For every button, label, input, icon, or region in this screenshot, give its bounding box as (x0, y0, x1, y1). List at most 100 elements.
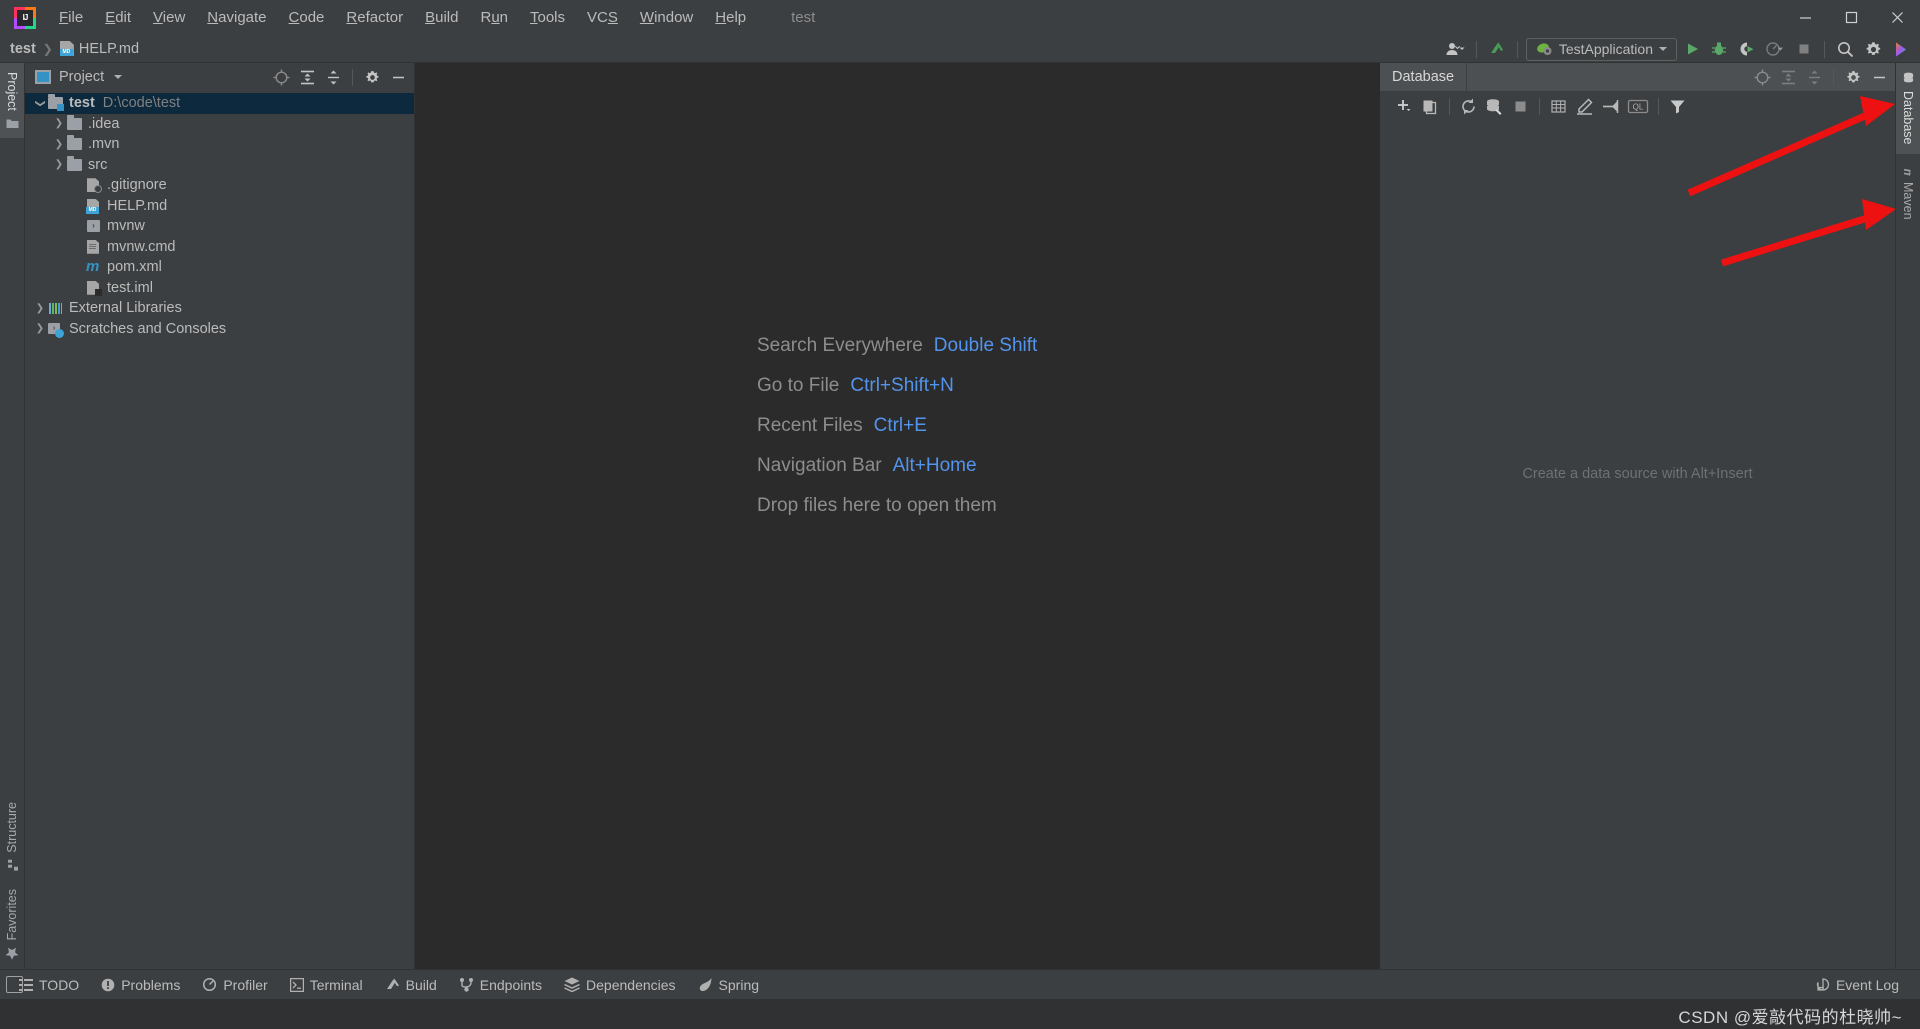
status-item-endpoints[interactable]: Endpoints (448, 973, 553, 997)
tree-row-label: Scratches and Consoles (69, 320, 227, 337)
chevron-down-icon[interactable]: ❯ (35, 96, 46, 110)
status-label: Dependencies (586, 976, 676, 993)
tab-database[interactable]: Database (1380, 63, 1468, 91)
menu-item-edit[interactable]: Edit (94, 5, 142, 30)
minimize-button[interactable] (1782, 0, 1828, 35)
add-icon[interactable] (1392, 94, 1417, 118)
run-configuration-selector[interactable]: TestApplication (1525, 37, 1677, 61)
menu-item-refactor[interactable]: Refactor (335, 5, 414, 30)
account-icon[interactable] (1442, 37, 1468, 61)
collapse-all-icon[interactable] (321, 65, 345, 89)
db-tools-icon[interactable] (1482, 94, 1507, 118)
menu-item-help[interactable]: Help (704, 5, 757, 30)
status-bar-right: Event Log (1805, 973, 1910, 997)
tree-row[interactable]: ·› mvnw (25, 216, 414, 237)
locate-icon[interactable] (269, 65, 293, 89)
maximize-button[interactable] (1828, 0, 1874, 35)
status-item-build[interactable]: Build (374, 973, 448, 997)
edit-icon[interactable] (1572, 94, 1597, 118)
ql-console-icon[interactable]: QL (1624, 94, 1652, 118)
menu-item-build[interactable]: Build (414, 5, 469, 30)
status-item-dependencies[interactable]: Dependencies (553, 973, 687, 997)
sidebar-item-project[interactable]: Project (0, 63, 24, 138)
hide-panel-icon[interactable] (386, 65, 410, 89)
database-panel-tools (1750, 63, 1895, 91)
menu-item-window[interactable]: Window (629, 5, 704, 30)
gear-icon[interactable] (1861, 37, 1886, 61)
stop-icon[interactable] (1508, 94, 1533, 118)
status-item-spring[interactable]: Spring (687, 973, 770, 997)
status-item-profiler[interactable]: Profiler (191, 973, 278, 997)
chevron-down-icon (1659, 47, 1667, 51)
duplicate-icon[interactable] (1418, 94, 1443, 118)
close-button[interactable] (1874, 0, 1920, 35)
stop-button[interactable] (1792, 37, 1816, 61)
menu-item-vcs[interactable]: VCS (576, 5, 629, 30)
endpoints-icon (459, 978, 473, 992)
sidebar-item-maven[interactable]: m Maven (1896, 154, 1920, 229)
layout-toggle-icon[interactable] (6, 976, 23, 993)
menu-item-code[interactable]: Code (278, 5, 336, 30)
tree-row[interactable]: ·MD HELP.md (25, 196, 414, 217)
chevron-right-icon[interactable]: ❯ (52, 159, 66, 170)
expand-all-icon[interactable] (295, 65, 319, 89)
tree-row[interactable]: ❯ External Libraries (25, 298, 414, 319)
menu-item-navigate[interactable]: Navigate (196, 5, 277, 30)
menu-item-view[interactable]: View (142, 5, 196, 30)
sidebar-item-structure[interactable]: Structure (0, 793, 24, 880)
chevron-right-icon[interactable]: ❯ (33, 323, 47, 334)
main-body: Project Structure Favorites Project ❯ te… (0, 63, 1920, 969)
status-item-event-log[interactable]: Event Log (1805, 973, 1910, 997)
expand-all-icon[interactable] (1776, 65, 1800, 89)
chevron-right-icon[interactable]: ❯ (33, 303, 47, 314)
hide-panel-icon[interactable] (1867, 65, 1891, 89)
updates-icon[interactable] (1485, 37, 1509, 61)
tree-row[interactable]: ❯ › Scratches and Consoles (25, 319, 414, 340)
run-button[interactable] (1680, 37, 1704, 61)
locate-icon[interactable] (1750, 65, 1774, 89)
status-item-terminal[interactable]: Terminal (279, 973, 374, 997)
sidebar-item-database[interactable]: Database (1896, 63, 1920, 154)
tree-row[interactable]: · test.iml (25, 278, 414, 299)
chevron-right-icon[interactable]: ❯ (52, 118, 66, 129)
tree-row[interactable]: ·m pom.xml (25, 257, 414, 278)
run-with-coverage-button[interactable] (1734, 37, 1758, 61)
editor-hint-shortcut: Ctrl+Shift+N (850, 375, 954, 396)
tree-spacer: · (71, 221, 85, 232)
gear-icon[interactable] (360, 65, 384, 89)
tree-row[interactable]: ❯ src (25, 155, 414, 176)
breadcrumb-label: test (10, 40, 36, 57)
gear-icon[interactable] (1841, 65, 1865, 89)
search-icon[interactable] (1833, 37, 1858, 61)
jump-to-icon[interactable] (1598, 94, 1623, 118)
sidebar-item-favorites[interactable]: Favorites (0, 880, 24, 969)
breadcrumb-item-file[interactable]: MD HELP.md (59, 41, 139, 57)
status-bar: TODO Problems Profiler Terminal Build En… (0, 969, 1920, 999)
collapse-all-icon[interactable] (1802, 65, 1826, 89)
tree-row[interactable]: · .gitignore (25, 175, 414, 196)
chevron-down-icon[interactable] (114, 75, 123, 79)
toolbox-icon[interactable] (1889, 37, 1914, 61)
editor-hint-row: Drop files here to open them (757, 495, 1038, 535)
tree-row[interactable]: ❯ test D:\code\test (25, 93, 414, 114)
chevron-right-icon[interactable]: ❯ (52, 139, 66, 150)
project-tree[interactable]: ❯testD:\code\test❯.idea❯.mvn❯src·.gitign… (25, 91, 414, 969)
menu-item-run[interactable]: Run (469, 5, 519, 30)
profiler-button[interactable] (1761, 37, 1789, 61)
project-tool-window: Project ❯ test D:\code\test ❯ .idea ❯ .m… (25, 63, 415, 969)
csdn-watermark: CSDN @爱敲代码的杜晓帅~ (1678, 1008, 1902, 1027)
filter-icon[interactable] (1665, 94, 1690, 118)
table-icon[interactable] (1546, 94, 1571, 118)
tree-row[interactable]: ❯ .mvn (25, 134, 414, 155)
breadcrumb-item-project[interactable]: test (10, 41, 36, 57)
menu-item-tools[interactable]: Tools (519, 5, 576, 30)
tree-row[interactable]: · mvnw.cmd (25, 237, 414, 258)
editor-hint-row: Search Everywhere Double Shift (757, 335, 1038, 375)
tree-row[interactable]: ❯ .idea (25, 114, 414, 135)
debug-button[interactable] (1707, 37, 1731, 61)
menu-item-file[interactable]: File (48, 5, 94, 30)
refresh-icon[interactable] (1456, 94, 1481, 118)
status-item-problems[interactable]: Problems (90, 973, 191, 997)
editor-area[interactable]: Search Everywhere Double Shift Go to File C… (415, 63, 1380, 969)
window-title: test (791, 9, 816, 26)
